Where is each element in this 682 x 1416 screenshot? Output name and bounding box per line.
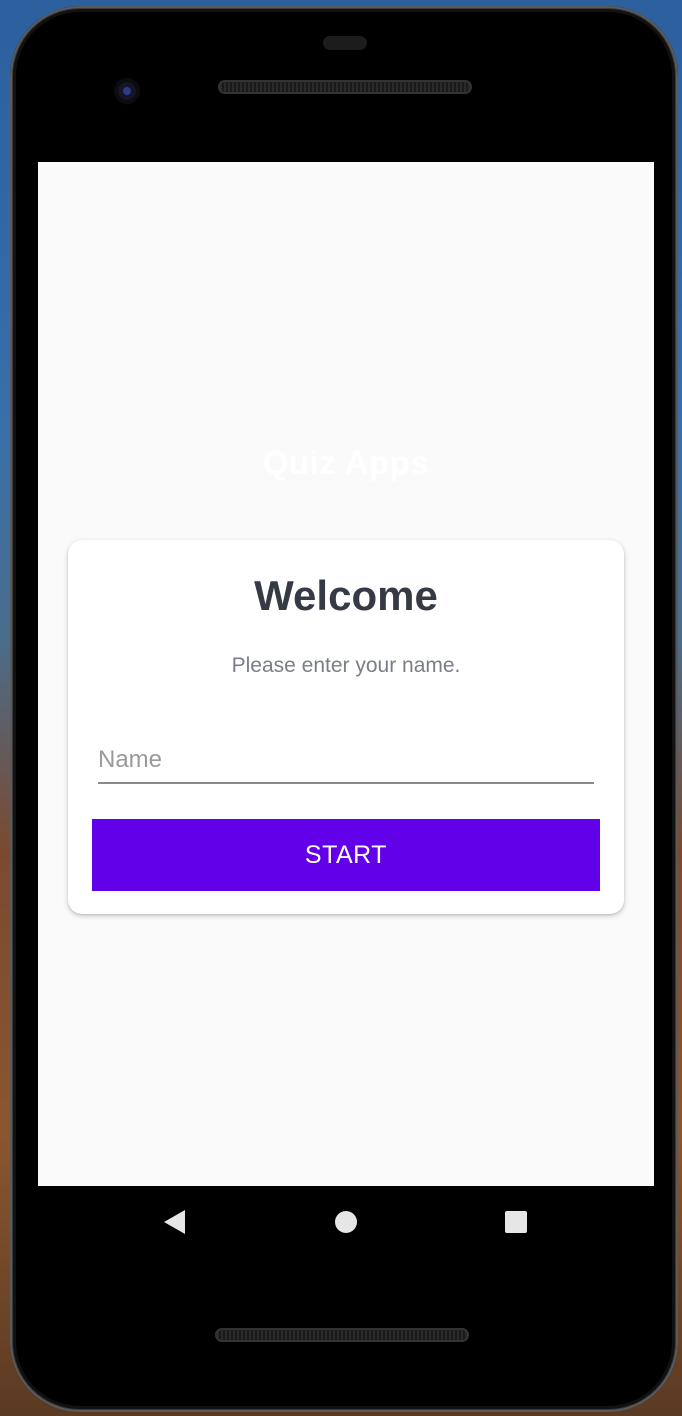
earpiece xyxy=(323,36,367,50)
start-button[interactable]: START xyxy=(92,819,600,891)
bottom-speaker-grille xyxy=(215,1328,469,1342)
system-nav-bar xyxy=(38,1186,654,1258)
home-button[interactable] xyxy=(328,1204,364,1240)
name-input[interactable] xyxy=(98,738,594,784)
phone-frame: Quiz Apps Welcome Please enter your name… xyxy=(10,6,678,1412)
back-button[interactable] xyxy=(156,1204,192,1240)
top-speaker-grille xyxy=(218,80,472,94)
recents-square-icon xyxy=(505,1211,527,1233)
recents-button[interactable] xyxy=(498,1204,534,1240)
welcome-card: Welcome Please enter your name. START xyxy=(68,540,624,914)
app-screen: Quiz Apps Welcome Please enter your name… xyxy=(38,162,654,1186)
instructions-text: Please enter your name. xyxy=(231,654,461,677)
welcome-heading: Welcome xyxy=(254,572,438,619)
front-camera xyxy=(114,78,140,104)
app-title: Quiz Apps xyxy=(262,444,430,481)
back-triangle-icon xyxy=(163,1210,185,1234)
home-circle-icon xyxy=(335,1211,357,1233)
